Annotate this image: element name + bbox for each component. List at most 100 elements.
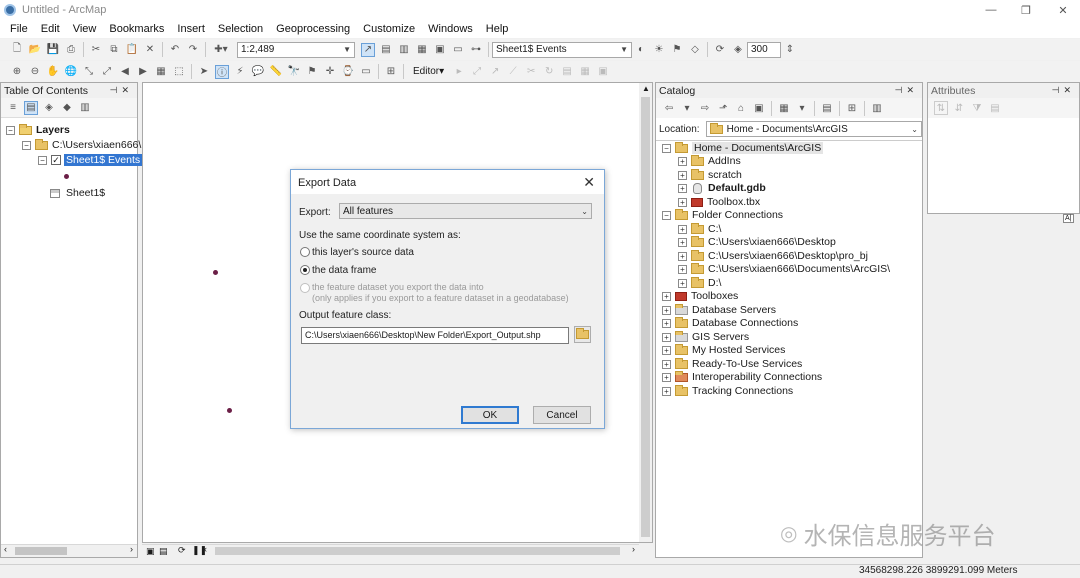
edit-tool-icon[interactable]: ▸ — [452, 65, 466, 79]
toc-events-row[interactable]: − ✓ Sheet1$ Events — [38, 154, 143, 166]
menu-customize[interactable]: Customize — [363, 23, 415, 35]
catalog-item-database-servers[interactable]: + Database Servers — [662, 303, 776, 316]
copy-icon[interactable]: ⧉ — [107, 43, 121, 57]
ok-button[interactable]: OK — [461, 406, 519, 424]
maximize-button[interactable]: ❐ — [1009, 0, 1043, 20]
list-by-visibility-icon[interactable]: ◈ — [42, 101, 56, 115]
toggle-contents-icon[interactable]: ⊞ — [845, 101, 859, 115]
map-scale-combo[interactable]: 1:2,489 ▼ — [237, 41, 355, 58]
attributes-pin-close-icons[interactable]: ⊣✕ — [1052, 85, 1075, 96]
menu-file[interactable]: File — [10, 23, 28, 35]
radio-source-data[interactable] — [300, 247, 310, 257]
collapse-icon[interactable]: − — [38, 155, 47, 165]
toc-table-row[interactable]: Sheet1$ — [50, 187, 105, 199]
brightness-icon[interactable]: ☀ — [652, 43, 666, 57]
expand-icon[interactable]: + — [678, 170, 687, 180]
sketch-properties-icon[interactable]: ▦ — [578, 65, 592, 79]
connect-folder-icon[interactable]: ▣ — [752, 101, 766, 115]
expand-icon[interactable]: + — [678, 224, 687, 234]
close-window-button[interactable]: ✕ — [1046, 0, 1080, 20]
catalog-item-toolboxes[interactable]: + Toolboxes — [662, 290, 738, 302]
scroll-up-icon[interactable]: ▲ — [642, 84, 650, 93]
goto-xy-icon[interactable]: ✛ — [323, 65, 337, 79]
catalog-item-folder-connections[interactable]: − Folder Connections — [662, 208, 783, 221]
menu-view[interactable]: View — [73, 23, 97, 35]
find-icon[interactable]: 🔭 — [287, 65, 301, 79]
dropdown-icon[interactable]: ▾ — [680, 101, 694, 115]
location-combo[interactable]: Home - Documents\ArcGIS ⌄ — [705, 121, 922, 137]
list-by-selection-icon[interactable]: ◆ — [60, 101, 74, 115]
refresh-view-icon[interactable]: ⟳ — [178, 545, 186, 556]
catalog-item-interoperability[interactable]: + Interoperability Connections — [662, 370, 822, 383]
catalog-item-hosted-services[interactable]: + My Hosted Services — [662, 343, 785, 356]
arctoolbox-icon[interactable]: ▣ — [433, 43, 447, 57]
attributes-edit-icon[interactable]: ▤ — [560, 65, 574, 79]
minimize-button[interactable]: — — [974, 0, 1008, 20]
collapse-icon[interactable]: − — [662, 210, 671, 220]
list-by-source-icon[interactable]: ▤ — [24, 100, 38, 115]
expand-icon[interactable]: + — [678, 264, 687, 274]
back-icon[interactable]: ◀ — [118, 65, 132, 79]
split-icon[interactable]: ✂ — [524, 65, 538, 79]
identify-icon[interactable]: ⓘ — [215, 64, 229, 79]
time-slider-icon[interactable]: ⌚ — [341, 65, 355, 79]
scroll-thumb[interactable] — [215, 547, 620, 555]
expand-icon[interactable]: + — [678, 183, 687, 193]
map-point-feature[interactable] — [213, 270, 218, 275]
collapse-icon[interactable]: − — [6, 125, 15, 135]
scroll-thumb[interactable] — [641, 97, 650, 537]
forward-icon[interactable]: ▶ — [136, 65, 150, 79]
radio-source-label[interactable]: this layer's source data — [312, 247, 414, 258]
scroll-left-icon[interactable]: ‹ — [204, 544, 207, 554]
viewer-window-icon[interactable]: ▭ — [359, 65, 373, 79]
georef-icon[interactable]: ⊞ — [384, 65, 398, 79]
edit-vertices-icon[interactable]: ⤢ — [470, 65, 484, 79]
reshape-icon[interactable]: ↗ — [488, 65, 502, 79]
close-icon[interactable]: ✕ — [583, 174, 595, 191]
redo-icon[interactable]: ↷ — [186, 43, 200, 57]
expand-icon[interactable]: + — [678, 237, 687, 247]
dropdown-icon[interactable]: ▾ — [795, 101, 809, 115]
catalog-item-d-drive[interactable]: + D:\ — [678, 276, 721, 289]
catalog-item-database-connections[interactable]: + Database Connections — [662, 316, 798, 329]
expand-icon[interactable]: + — [662, 332, 671, 342]
map-point-feature[interactable] — [227, 408, 232, 413]
back-icon[interactable]: ⇦ — [662, 101, 676, 115]
rate-icon[interactable]: ◈ — [731, 43, 745, 57]
cancel-button[interactable]: Cancel — [533, 406, 591, 424]
menu-edit[interactable]: Edit — [41, 23, 60, 35]
open-icon[interactable]: 📂 — [28, 43, 42, 57]
cut-polygon-icon[interactable]: ⟋ — [506, 65, 520, 79]
scroll-right-icon[interactable]: › — [632, 544, 635, 554]
scroll-left-icon[interactable]: ‹ — [4, 544, 7, 554]
expand-icon[interactable]: + — [678, 251, 687, 261]
catalog-item-tracking[interactable]: + Tracking Connections — [662, 384, 793, 397]
map-horizontal-scrollbar[interactable]: ▣ ▤ ⟳ ❚❚ ‹ › — [142, 544, 639, 557]
measure-icon[interactable]: 📏 — [269, 65, 283, 79]
output-path-input[interactable]: C:\Users\xiaen666\Desktop\New Folder\Exp… — [301, 327, 569, 344]
scroll-thumb[interactable] — [15, 547, 67, 555]
layer-combo[interactable]: Sheet1$ Events ▼ — [492, 41, 632, 58]
rate-input[interactable]: 300 — [747, 41, 781, 58]
toc-layers-row[interactable]: − Layers — [6, 123, 70, 136]
expand-icon[interactable]: + — [678, 278, 687, 288]
add-data-icon[interactable]: ✚▾ — [211, 43, 231, 57]
zoom-out-icon[interactable]: ⊖ — [28, 65, 42, 79]
catalog-item-documents-arcgis[interactable]: + C:\Users\xiaen666\Documents\ArcGIS\ — [678, 262, 890, 275]
rotate-icon[interactable]: ↻ — [542, 65, 556, 79]
select-elements-icon[interactable]: ➤ — [197, 65, 211, 79]
fixed-zoom-out-icon[interactable]: ⤢ — [100, 65, 114, 79]
hyperlink-icon[interactable]: ⚡ — [233, 65, 247, 79]
expand-icon[interactable]: + — [678, 156, 687, 166]
toc-horizontal-scrollbar[interactable]: ‹ › — [1, 544, 137, 557]
expand-icon[interactable]: + — [662, 305, 671, 315]
model-builder-icon[interactable]: ⊶ — [469, 43, 483, 57]
contrast-icon[interactable]: ◐ — [634, 43, 648, 57]
catalog-item-scratch[interactable]: + scratch — [678, 168, 742, 181]
pan-icon[interactable]: ✋ — [46, 65, 60, 79]
html-popup-icon[interactable]: 💬 — [251, 65, 265, 79]
data-view-icon[interactable]: ▣ — [146, 546, 155, 557]
expand-icon[interactable]: + — [662, 291, 671, 301]
toc-options-icon[interactable]: ▥ — [78, 101, 92, 115]
menu-insert[interactable]: Insert — [177, 23, 205, 35]
